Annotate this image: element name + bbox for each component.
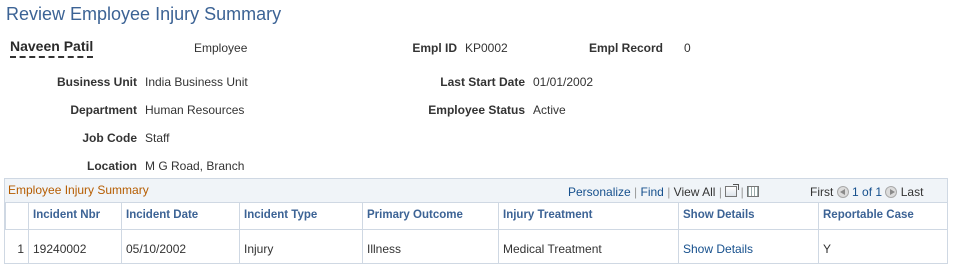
empl-id-label: Empl ID xyxy=(412,41,457,55)
business-unit-label: Business Unit xyxy=(56,75,137,89)
column-header-incident-nbr[interactable]: Incident Nbr xyxy=(28,202,121,229)
row-number: 1 xyxy=(17,242,24,256)
column-header-reportable-case[interactable]: Reportable Case xyxy=(818,202,947,229)
cell-show-details: Show Details xyxy=(678,230,818,263)
empl-record-label: Empl Record xyxy=(588,41,663,55)
column-header-incident-date[interactable]: Incident Date xyxy=(121,202,239,229)
column-header-injury-treatment[interactable]: Injury Treatment xyxy=(498,202,678,229)
find-link[interactable]: Find xyxy=(641,185,664,199)
job-code-value: Staff xyxy=(145,131,170,145)
employee-role: Employee xyxy=(194,41,248,55)
page-title: Review Employee Injury Summary xyxy=(6,4,282,24)
grid-title: Employee Injury Summary xyxy=(8,183,149,197)
cell-incident-date: 05/10/2002 xyxy=(121,230,239,263)
last-link[interactable]: Last xyxy=(901,185,924,199)
nav-separator: | xyxy=(634,185,638,199)
cell-reportable-case: Y xyxy=(818,230,947,263)
injury-summary-grid: Employee Injury Summary Personalize | Fi… xyxy=(4,178,948,264)
employee-status-value: Active xyxy=(533,103,566,117)
row-range: 1 of 1 xyxy=(852,185,883,199)
view-all-link[interactable]: View All xyxy=(674,185,716,199)
grid-nav: Personalize | Find | View All | | xyxy=(568,184,760,199)
empl-id-value: KP0002 xyxy=(465,41,508,55)
previous-row-icon[interactable] xyxy=(836,185,849,198)
location-value: M G Road, Branch xyxy=(145,159,245,173)
department-label: Department xyxy=(70,103,137,117)
nav-separator: | xyxy=(740,185,744,199)
column-header-primary-outcome[interactable]: Primary Outcome xyxy=(362,202,498,229)
grid-header-bar: Employee Injury Summary Personalize | Fi… xyxy=(5,179,947,203)
download-to-excel-icon[interactable] xyxy=(747,186,760,198)
last-start-date-label: Last Start Date xyxy=(440,75,525,89)
column-header-rownum xyxy=(5,202,28,229)
cell-injury-treatment: Medical Treatment xyxy=(498,230,678,263)
nav-separator: | xyxy=(667,185,671,199)
personalize-link[interactable]: Personalize xyxy=(568,185,631,199)
cell-primary-outcome: Illness xyxy=(362,230,498,263)
cell-incident-nbr: 19240002 xyxy=(28,230,121,263)
employee-status-label: Employee Status xyxy=(428,103,525,117)
location-label: Location xyxy=(87,159,137,173)
last-start-date-value: 01/01/2002 xyxy=(533,75,594,89)
nav-separator: | xyxy=(718,185,722,199)
first-link[interactable]: First xyxy=(810,185,833,199)
department-value: Human Resources xyxy=(145,103,245,117)
job-code-label: Job Code xyxy=(82,131,137,145)
column-header-show-details[interactable]: Show Details xyxy=(678,202,818,229)
show-details-link[interactable]: Show Details xyxy=(683,242,753,256)
grid-pagination: First 1 of 1 Last xyxy=(810,185,923,199)
cell-incident-type: Injury xyxy=(239,230,362,263)
column-header-incident-type[interactable]: Incident Type xyxy=(239,202,362,229)
empl-record-value: 0 xyxy=(684,41,691,55)
next-row-icon[interactable] xyxy=(885,185,898,198)
business-unit-value: India Business Unit xyxy=(145,75,248,89)
zoom-grid-icon[interactable] xyxy=(725,184,740,198)
employee-name[interactable]: Naveen Patil xyxy=(10,38,94,58)
